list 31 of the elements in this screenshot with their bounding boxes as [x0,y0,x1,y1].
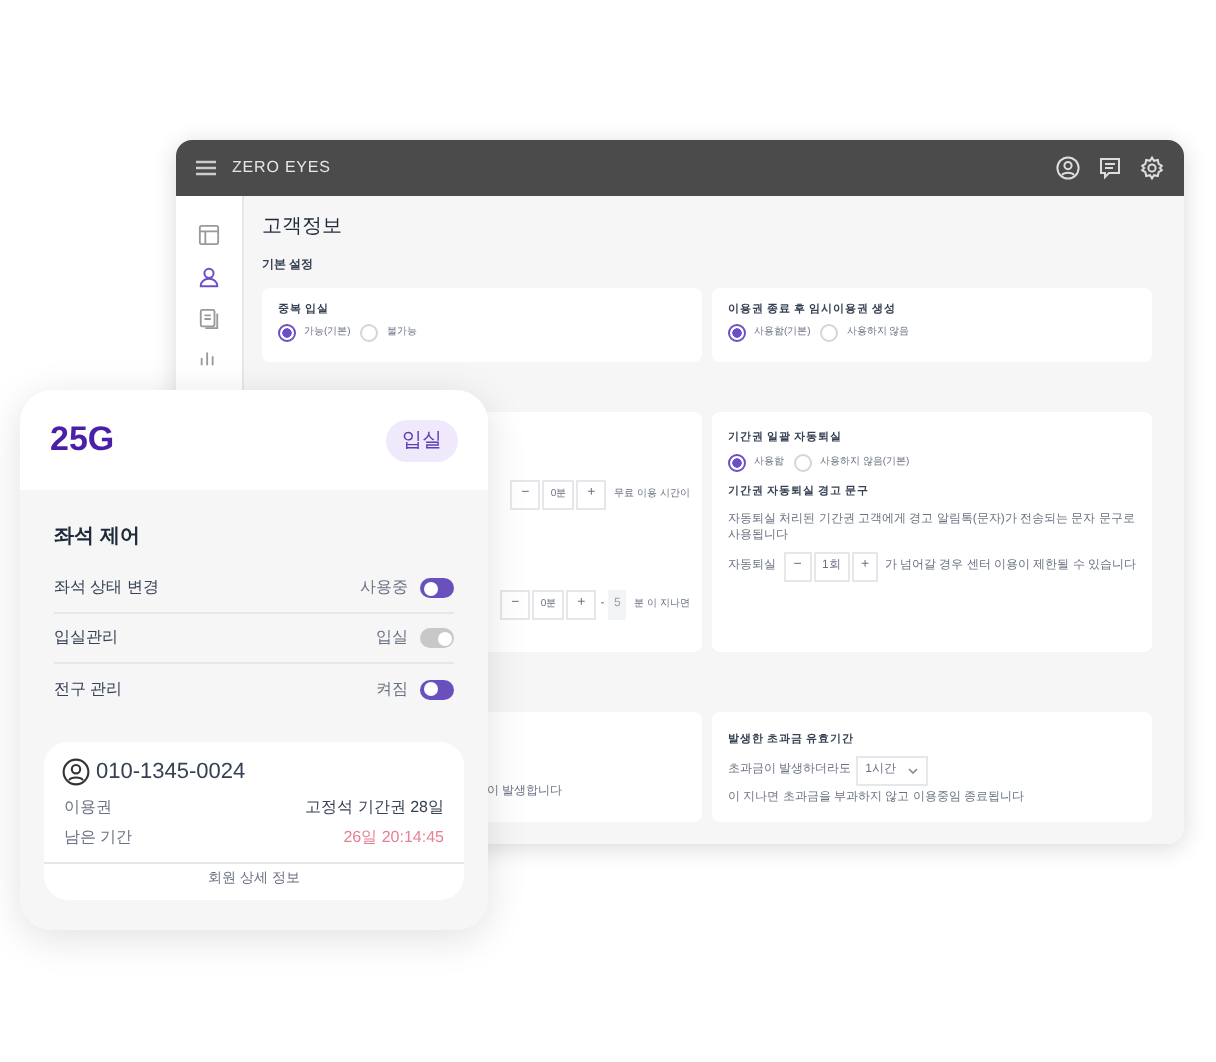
layout-icon[interactable] [198,224,220,246]
status-badge: 입실 [386,419,458,461]
toggle-switch[interactable] [420,679,454,699]
user-icon[interactable] [198,266,220,288]
settings-icon[interactable] [1140,156,1164,180]
toggle-state: 사용중 [360,576,408,600]
info-label: 이용권 [64,795,112,819]
radio-button[interactable] [728,454,746,473]
message-icon[interactable] [1098,156,1122,180]
info-label: 남은 기간 [64,825,133,849]
info-value: 26일 20:14:45 [343,825,444,849]
toggle-switch[interactable] [420,578,454,598]
radio-button[interactable] [728,324,746,343]
page-title: 고객정보 [262,214,344,242]
chevron-icon [907,768,918,775]
document-icon[interactable] [198,308,220,330]
info-value: 고정석 기간권 28일 [305,795,444,819]
user-icon [62,758,90,787]
toggle-state: 켜짐 [376,677,408,701]
control-label: 좌석 상태 변경 [54,576,159,600]
control-label: 입실관리 [54,626,118,650]
toggle-state: 입실 [376,626,408,650]
menu-icon[interactable] [196,160,216,176]
seat-number: 25G [50,418,115,463]
section-title: 좌석 제어 [54,524,142,552]
phone-number: 010-1345-0024 [96,758,246,788]
radio-button[interactable] [278,324,296,343]
logo: ZERO EYES [232,156,331,180]
user-icon[interactable] [1056,156,1080,180]
control-label: 전구 관리 [54,677,123,701]
bar-chart-icon[interactable] [198,350,220,366]
